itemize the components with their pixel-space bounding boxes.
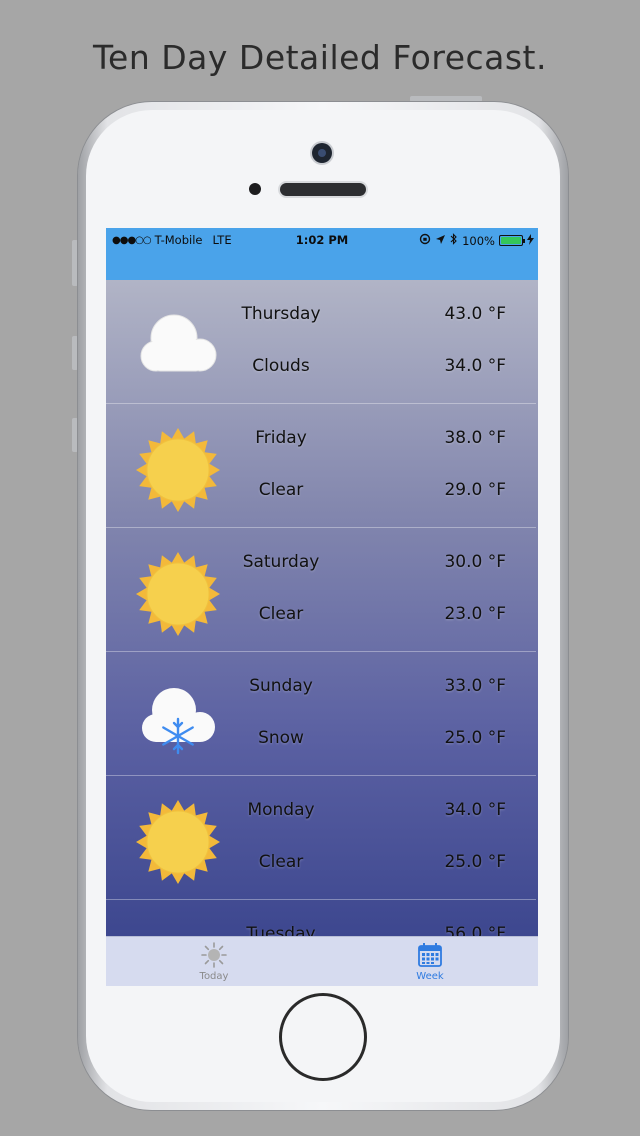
day-label: Thursday	[241, 304, 321, 324]
charging-bolt-icon	[527, 233, 534, 248]
low-temp: 25.0 °F	[444, 728, 506, 748]
tab-week[interactable]: Week	[390, 941, 470, 982]
high-temp: 56.0 °F	[444, 924, 506, 936]
tab-bar: Today Week	[106, 936, 538, 986]
sun-icon	[134, 798, 222, 886]
high-temp: 33.0 °F	[444, 676, 506, 696]
forecast-row[interactable]: Monday Clear 34.0 °F 25.0 °F	[106, 776, 538, 900]
phone-screen: ●●●○○ T-Mobile LTE 1:02 PM 100% Thursday…	[106, 228, 538, 986]
rotation-lock-icon	[419, 233, 431, 248]
battery-percent: 100%	[462, 233, 495, 248]
front-camera	[312, 143, 332, 163]
condition-label: Clouds	[252, 356, 310, 376]
earpiece-speaker	[280, 183, 366, 196]
forecast-row[interactable]: Friday Clear 38.0 °F 29.0 °F	[106, 404, 538, 528]
battery-level-fill	[501, 237, 521, 244]
tab-today[interactable]: Today	[174, 941, 254, 982]
condition-label: Clear	[258, 604, 304, 624]
forecast-row[interactable]: Saturday Clear 30.0 °F 23.0 °F	[106, 528, 538, 652]
forecast-row[interactable]: Thursday Clouds 43.0 °F 34.0 °F	[106, 280, 538, 404]
sun-outline-icon	[201, 942, 227, 968]
proximity-sensor	[249, 183, 261, 195]
day-label: Friday	[255, 428, 307, 448]
cloud-icon	[134, 922, 222, 936]
snow-icon	[134, 674, 222, 762]
low-temp: 29.0 °F	[444, 480, 506, 500]
tab-week-label: Week	[416, 971, 444, 982]
forecast-list[interactable]: Thursday Clouds 43.0 °F 34.0 °F Friday C…	[106, 280, 538, 936]
bluetooth-icon	[450, 233, 458, 248]
day-label: Tuesday	[246, 924, 316, 936]
forecast-row[interactable]: Sunday Snow 33.0 °F 25.0 °F	[106, 652, 538, 776]
home-button[interactable]	[279, 993, 367, 1081]
condition-label: Snow	[258, 728, 304, 748]
condition-label: Clear	[258, 852, 304, 872]
low-temp: 34.0 °F	[444, 356, 506, 376]
location-arrow-icon	[435, 234, 446, 248]
high-temp: 30.0 °F	[444, 552, 506, 572]
sun-icon	[134, 550, 222, 638]
day-label: Saturday	[242, 552, 320, 572]
cloud-icon	[134, 302, 222, 390]
forecast-row[interactable]: Tuesday 56.0 °F	[106, 900, 538, 936]
calendar-icon	[418, 943, 442, 967]
tab-today-label: Today	[199, 971, 229, 982]
status-bar: ●●●○○ T-Mobile LTE 1:02 PM 100%	[106, 228, 538, 280]
low-temp: 23.0 °F	[444, 604, 506, 624]
high-temp: 34.0 °F	[444, 800, 506, 820]
condition-label: Clear	[258, 480, 304, 500]
high-temp: 43.0 °F	[444, 304, 506, 324]
battery-icon	[499, 235, 525, 246]
headline: Ten Day Detailed Forecast.	[93, 38, 547, 77]
high-temp: 38.0 °F	[444, 428, 506, 448]
day-label: Sunday	[249, 676, 313, 696]
sun-icon	[134, 426, 222, 514]
day-label: Monday	[247, 800, 315, 820]
low-temp: 25.0 °F	[444, 852, 506, 872]
